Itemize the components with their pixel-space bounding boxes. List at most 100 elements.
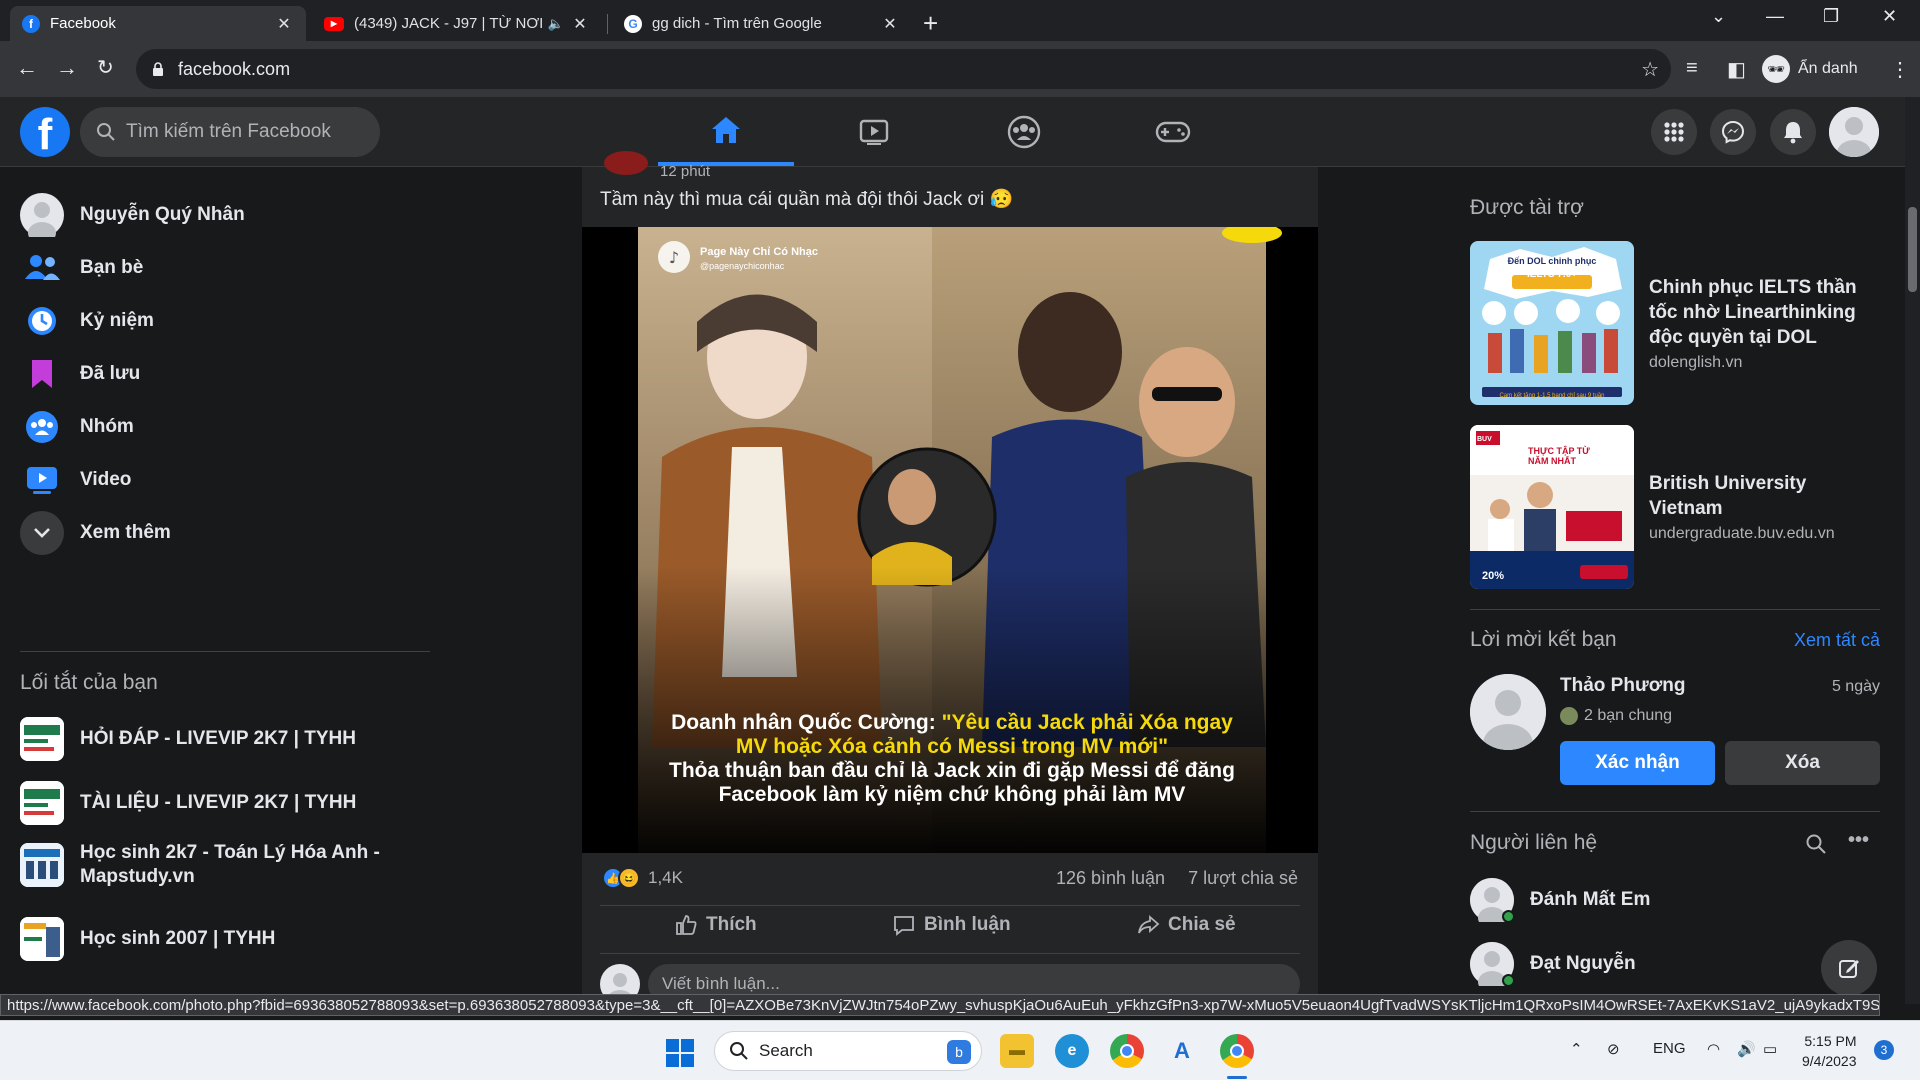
sidebar-item-friends[interactable]: Bạn bè: [20, 246, 143, 290]
like-label: Thích: [706, 914, 757, 935]
chrome-icon[interactable]: [1110, 1034, 1144, 1068]
nav-watch-tab[interactable]: [806, 97, 942, 166]
ad-image-heading: THỰC TẬP TỪ NĂM NHẤT: [1528, 446, 1590, 466]
shortcut-item[interactable]: Học sinh 2007 | TYHH: [20, 917, 275, 961]
friend-request-avatar[interactable]: [1470, 674, 1546, 750]
post-photo[interactable]: ♪ Page Này Chỉ Có Nhạc @pagenaychiconhac…: [582, 223, 1318, 853]
contact-item[interactable]: Đánh Mất Em: [1470, 878, 1650, 929]
chrome-active-icon[interactable]: [1220, 1034, 1254, 1068]
tab-youtube[interactable]: ▶ (4349) JACK - J97 | TỪ NƠI TÔI 🔈 ✕: [312, 6, 602, 41]
ad-domain: dolenglish.vn: [1649, 353, 1743, 371]
mutual-friends-label: 2 bạn chung: [1584, 707, 1673, 724]
watch-video-icon: [859, 119, 889, 145]
taskbar-clock[interactable]: 5:15 PM 9/4/2023: [1802, 1031, 1857, 1071]
sidebar-item-video[interactable]: Video: [20, 458, 131, 502]
audio-playing-icon[interactable]: 🔈: [548, 16, 564, 32]
sponsored-ad[interactable]: BUV THỰC TẬP TỪ NĂM NHẤT 20% British Uni…: [1470, 425, 1879, 589]
tab-search-icon[interactable]: ⌄: [1711, 6, 1726, 27]
confirm-request-button[interactable]: Xác nhận: [1560, 741, 1715, 785]
close-tab-icon[interactable]: ✕: [570, 14, 590, 34]
close-tab-icon[interactable]: ✕: [274, 14, 294, 34]
close-window-button[interactable]: ✕: [1882, 6, 1897, 27]
shortcut-item[interactable]: HỎI ĐÁP - LIVEVIP 2K7 | TYHH: [20, 717, 356, 761]
sidebar-item-label: Kỷ niệm: [80, 310, 154, 331]
language-indicator[interactable]: ENG: [1653, 1040, 1686, 1057]
sidebar-item-groups[interactable]: Nhóm: [20, 405, 134, 449]
back-button[interactable]: ←: [16, 55, 38, 81]
menu-grid-button[interactable]: [1651, 109, 1697, 155]
share-button[interactable]: Chia sẻ: [1136, 913, 1236, 937]
friends-icon: [20, 246, 64, 290]
nav-gaming-tab[interactable]: [1105, 97, 1241, 166]
minimize-button[interactable]: —: [1766, 6, 1784, 27]
facebook-search-input[interactable]: Tìm kiếm trên Facebook: [80, 107, 380, 157]
comment-button[interactable]: Bình luận: [892, 913, 1011, 937]
browser-menu-icon[interactable]: ⋮: [1890, 57, 1910, 82]
wifi-icon[interactable]: ◠: [1707, 1040, 1720, 1058]
home-icon: [712, 116, 740, 143]
bookmark-star-icon[interactable]: ☆: [1641, 57, 1659, 82]
facebook-logo-icon[interactable]: f: [20, 107, 70, 157]
taskbar-search[interactable]: Search b: [714, 1031, 982, 1071]
messenger-icon: [1721, 120, 1745, 144]
sidebar-item-saved[interactable]: Đã lưu: [20, 352, 140, 396]
bing-icon[interactable]: b: [947, 1040, 971, 1064]
sidebar-divider: [20, 651, 430, 652]
sidebar-item-see-more[interactable]: Xem thêm: [20, 511, 171, 555]
contact-item[interactable]: Đạt Nguyễn: [1470, 942, 1636, 993]
new-tab-button[interactable]: +: [923, 8, 938, 39]
shortcut-item[interactable]: Học sinh 2k7 - Toán Lý Hóa Anh - Mapstud…: [20, 841, 400, 889]
post-author-avatar[interactable]: [604, 151, 648, 175]
battery-icon[interactable]: ▭: [1763, 1040, 1777, 1058]
account-avatar-button[interactable]: [1829, 107, 1879, 157]
shortcut-item[interactable]: TÀI LIỆU - LIVEVIP 2K7 | TYHH: [20, 781, 356, 825]
maximize-button[interactable]: ❐: [1823, 6, 1839, 27]
delete-request-button[interactable]: Xóa: [1725, 741, 1880, 785]
sidebar-item-memories[interactable]: Kỷ niệm: [20, 299, 154, 343]
notifications-button[interactable]: [1770, 109, 1816, 155]
see-all-link[interactable]: Xem tất cả: [1794, 630, 1880, 651]
network-off-icon[interactable]: ⊘: [1607, 1040, 1620, 1058]
nav-groups-tab[interactable]: [956, 97, 1092, 166]
volume-icon[interactable]: 🔊: [1737, 1040, 1756, 1058]
side-panel-icon[interactable]: ◧: [1727, 57, 1746, 82]
tray-overflow-icon[interactable]: ⌃: [1570, 1040, 1583, 1058]
file-explorer-icon[interactable]: ▬: [1000, 1034, 1034, 1068]
address-bar[interactable]: facebook.com ☆: [136, 49, 1671, 89]
clock-time: 5:15 PM: [1804, 1033, 1857, 1049]
tab-facebook[interactable]: f Facebook ✕: [10, 6, 306, 41]
windows-start-icon[interactable]: [665, 1038, 695, 1068]
windows-taskbar: Search b ▬ e A ⌃ ⊘ ENG ◠ 🔊 ▭ 5:15 PM 9/4…: [0, 1020, 1920, 1080]
notification-badge[interactable]: 3: [1874, 1040, 1894, 1060]
sponsored-ad[interactable]: Đến DOL chinh phục IELTS 7.0+ Cam kết tă…: [1470, 241, 1879, 405]
close-tab-icon[interactable]: ✕: [880, 14, 900, 34]
comment-count[interactable]: 126 bình luận: [1056, 868, 1165, 888]
edge-browser-icon[interactable]: e: [1055, 1034, 1089, 1068]
post-timestamp[interactable]: 12 phút: [660, 163, 710, 180]
reload-button[interactable]: ↻: [97, 55, 114, 80]
photo-watermark-handle: @pagenaychiconhac: [700, 261, 785, 271]
forward-button[interactable]: →: [56, 55, 78, 81]
ad-image-buv: BUV THỰC TẬP TỪ NĂM NHẤT 20%: [1470, 425, 1634, 589]
sidebar-item-profile[interactable]: Nguyễn Quý Nhân: [20, 193, 245, 237]
contacts-more-options-icon[interactable]: •••: [1848, 829, 1869, 852]
video-icon: [20, 458, 64, 502]
nav-home-tab[interactable]: [658, 97, 794, 166]
messenger-button[interactable]: [1710, 109, 1756, 155]
app-store-icon[interactable]: A: [1165, 1034, 1199, 1068]
reaction-summary[interactable]: 👍 😆 1,4K: [602, 867, 683, 889]
incognito-indicator[interactable]: 🕶 Ẩn danh: [1762, 51, 1858, 87]
scrollbar-thumb[interactable]: [1908, 207, 1917, 292]
search-placeholder: Tìm kiếm trên Facebook: [126, 121, 331, 142]
tab-google[interactable]: G gg dich - Tìm trên Google ✕: [612, 6, 912, 41]
shortcuts-title: Lối tắt của bạn: [20, 671, 158, 694]
chevron-down-icon: [20, 511, 64, 555]
contacts-search-icon[interactable]: [1805, 833, 1827, 855]
ad-image-heading: Đến DOL chinh phục: [1507, 256, 1597, 266]
new-message-button[interactable]: [1821, 940, 1877, 996]
taskbar-search-label: Search: [759, 1041, 813, 1060]
share-count[interactable]: 7 lượt chia sẻ: [1188, 868, 1298, 888]
reading-list-icon[interactable]: ≡: [1686, 57, 1698, 80]
like-button[interactable]: Thích: [674, 913, 757, 937]
friend-request-name[interactable]: Thảo Phương: [1560, 675, 1685, 697]
